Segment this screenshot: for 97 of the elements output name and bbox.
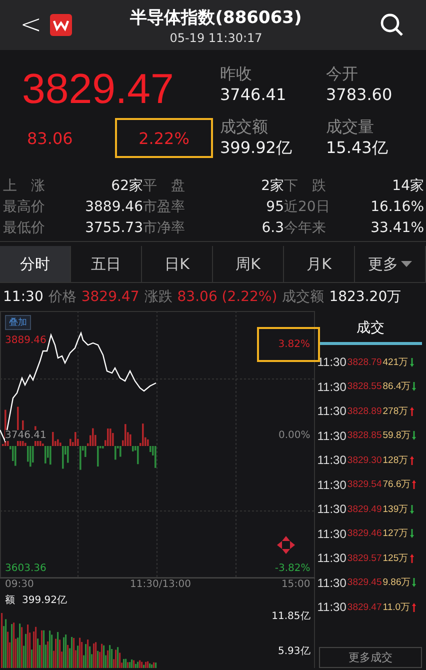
stat-value: 14家 [392,177,424,196]
trade-time: 11:30 [317,380,346,394]
stat-label: 上 涨 [3,177,45,196]
trade-time: 11:30 [317,600,346,614]
trade-volume: 127万 [382,527,409,540]
stat-label: 成交额 [220,117,269,138]
trade-volume: 421万 [382,356,409,368]
stat-label: 今开 [326,64,359,85]
trade-time: 11:30 [317,453,346,467]
trade-price: 3829.46 [347,528,382,539]
trade-time: 11:30 [317,355,346,369]
axis-label: 11.85亿 [272,610,310,623]
chart-tab[interactable]: 更多 [355,246,426,282]
trade-volume: 9.86万 [382,576,412,589]
search-icon[interactable] [380,13,404,37]
trade-price: 3829.49 [347,504,382,514]
trade-time: 11:30 [317,502,346,516]
stat-value: 3783.60 [326,85,394,104]
stat-value: 6.3 [262,219,284,238]
stat-value: 33.41% [370,219,424,238]
trade-price: 3829.45 [347,577,382,588]
axis-label: 3.82% [257,327,320,362]
stat-value: 3746.41 [220,85,288,104]
index-title: 半导体指数(886063) [129,6,303,28]
info-value: 1823.20万 [329,288,402,306]
trade-time: 11:30 [317,526,346,540]
trade-price: 3829.57 [347,552,382,564]
trade-price: 3829.47 [347,602,382,612]
stat-value: 2家 [261,177,284,196]
stat-value: 399.92亿 [220,138,293,159]
info-value: 3829.47 [81,289,140,305]
info-label: 成交额 [282,288,324,306]
stat-label: 今年来 [284,219,326,238]
current-price: 3829.47 [22,64,175,114]
axis-label: -3.82% [274,563,310,574]
chart-tab[interactable]: 月K [284,246,355,282]
stat-value: 62家 [111,177,143,196]
percent-change: 2.22% [115,118,213,158]
trade-time: 11:30 [317,404,346,418]
stat-label: 平 盘 [143,177,185,196]
stat-label: 最低价 [3,219,45,238]
stat-value: 15.43亿 [326,138,389,159]
time-label: 11:30/13:00 [130,579,192,590]
axis-label: 3746.41 [5,430,46,441]
stat-label: 下 跌 [284,177,326,196]
trade-volume: 278万 [382,404,409,418]
trade-time: 11:30 [317,576,346,590]
trade-volume: 11.0万 [382,600,411,614]
more-trades-button[interactable]: 更多成交 [319,647,422,668]
axis-label: 3603.36 [5,563,46,574]
trades-tab[interactable]: 成交 [319,311,422,345]
stat-value: 16.16% [370,198,424,217]
expand-icon[interactable] [277,536,295,554]
axis-label: 5.93亿 [278,645,310,658]
trade-volume: 59.8万 [382,429,412,442]
volume-label: 额 [5,594,15,607]
trade-price: 3829.30 [347,454,382,466]
chart-tab[interactable]: 五日 [71,246,142,282]
trade-price: 3829.54 [347,479,382,490]
trade-volume: 128万 [382,454,409,466]
info-label: 价格 [48,288,76,306]
stat-value: 95 [266,198,284,217]
trade-volume: 139万 [382,502,409,516]
caret-icon [401,260,412,268]
timestamp: 05-19 11:30:17 [168,30,264,44]
overlay-button[interactable]: 叠加 [5,315,31,330]
trade-price: 3828.85 [347,430,382,441]
axis-label: 3889.46 [5,335,46,346]
price-change: 83.06 [26,128,74,148]
info-value: 83.06 (2.22%) [177,289,278,305]
stat-label: 近20日 [284,198,330,217]
trade-volume: 125万 [382,552,409,564]
info-time: 11:30 [3,289,44,305]
trade-time: 11:30 [317,478,346,492]
trade-price: 3828.55 [347,381,382,392]
trade-time: 11:30 [317,551,346,565]
stat-label: 最高价 [3,198,45,217]
stat-value: 3889.46 [85,198,143,217]
stat-label: 市盈率 [143,198,185,217]
stat-label: 市净率 [143,219,185,238]
volume-total: 399.92亿 [22,594,67,607]
trade-time: 11:30 [317,428,346,442]
info-label: 涨跌 [144,288,172,306]
stat-label: 成交量 [326,117,375,138]
time-label: 09:30 [5,579,34,590]
stat-value: 3755.73 [85,219,143,238]
trade-price: 3828.89 [347,406,382,416]
trade-volume: 86.4万 [382,380,412,393]
stat-label: 昨收 [220,64,253,85]
axis-label: 0.00% [278,430,310,441]
app-logo-icon[interactable] [50,14,72,36]
trade-price: 3828.79 [347,356,382,368]
time-label: 15:00 [281,579,310,590]
chart-tab[interactable]: 分时 [0,246,71,282]
chart-tab[interactable]: 日K [142,246,213,282]
chart-tab[interactable]: 周K [213,246,284,282]
trade-volume: 76.6万 [382,478,412,491]
